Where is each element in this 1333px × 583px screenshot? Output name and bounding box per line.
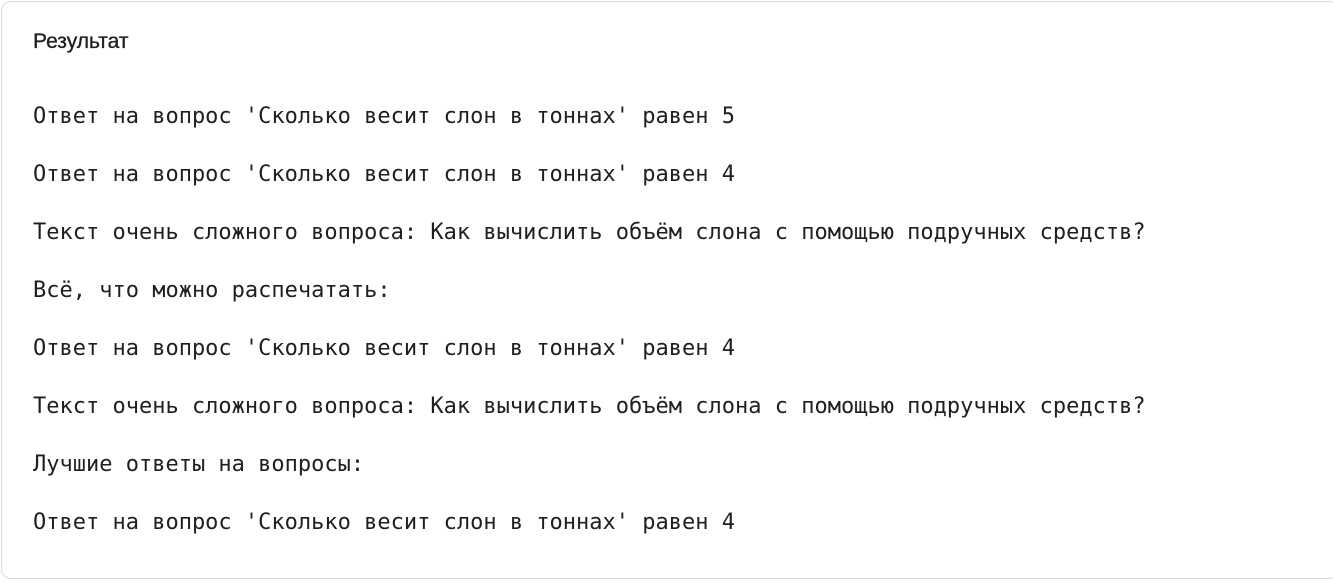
output-line: Ответ на вопрос 'Сколько весит слон в то… (33, 336, 735, 361)
output-line: Лучшие ответы на вопросы: (33, 452, 365, 477)
result-title: Результат (33, 30, 129, 53)
result-panel: Результат Ответ на вопрос 'Сколько весит… (1, 1, 1333, 579)
output-line: Ответ на вопрос 'Сколько весит слон в то… (33, 104, 735, 129)
output-line: Текст очень сложного вопроса: Как вычисл… (33, 220, 1146, 245)
output-line: Всё, что можно распечатать: (33, 278, 391, 303)
output-line: Ответ на вопрос 'Сколько весит слон в то… (33, 162, 735, 187)
output-line: Ответ на вопрос 'Сколько весит слон в то… (33, 510, 735, 535)
output-line: Текст очень сложного вопроса: Как вычисл… (33, 394, 1146, 419)
result-output: Ответ на вопрос 'Сколько весит слон в то… (33, 104, 1146, 568)
